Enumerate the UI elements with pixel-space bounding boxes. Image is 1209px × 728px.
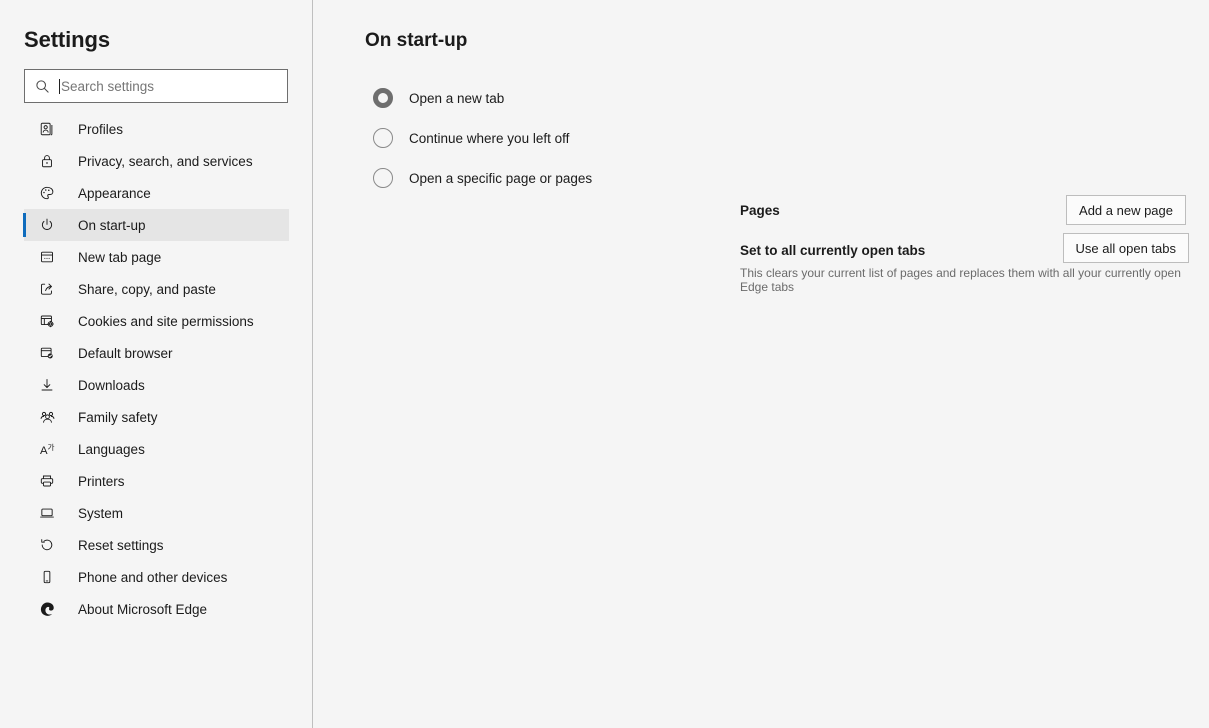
sidebar-item-label: System (78, 505, 124, 521)
sidebar-item-label: Languages (78, 441, 145, 457)
cookies-icon (36, 311, 58, 331)
add-a-new-page-button[interactable]: Add a new page (1066, 195, 1186, 225)
sidebar-item-downloads[interactable]: Downloads (24, 369, 289, 401)
sidebar-item-about-microsoft-edge[interactable]: About Microsoft Edge (24, 593, 289, 625)
sidebar-item-appearance[interactable]: Appearance (24, 177, 289, 209)
sidebar-item-privacy-search-services[interactable]: Privacy, search, and services (24, 145, 289, 177)
default-browser-icon (36, 343, 58, 363)
sidebar-item-label: Default browser (78, 345, 173, 361)
sidebar-item-printers[interactable]: Printers (24, 465, 289, 497)
radio-open-a-specific-page-or-pages[interactable]: Open a specific page or pages (373, 158, 973, 198)
set-to-open-tabs-title: Set to all currently open tabs (740, 243, 926, 258)
search-icon (25, 79, 59, 94)
sidebar-item-new-tab-page[interactable]: New tab page (24, 241, 289, 273)
phone-icon (36, 567, 58, 587)
new-tab-page-icon (36, 247, 58, 267)
sidebar-item-label: Profiles (78, 121, 124, 137)
text-cursor (59, 78, 60, 94)
download-icon (36, 375, 58, 395)
profiles-icon (36, 119, 58, 139)
sidebar-item-cookies-site-permissions[interactable]: Cookies and site permissions (24, 305, 289, 337)
sidebar-item-label: Family safety (78, 409, 158, 425)
use-all-open-tabs-button[interactable]: Use all open tabs (1062, 233, 1189, 263)
sidebar-item-label: Cookies and site permissions (78, 313, 254, 329)
sidebar-item-label: Printers (78, 473, 125, 489)
radio-button-unchecked[interactable] (373, 128, 393, 148)
startup-radio-group: Open a new tab Continue where you left o… (373, 78, 973, 198)
power-icon (36, 215, 58, 235)
settings-window: Settings Search settings Profiles Privac… (0, 0, 1209, 728)
settings-sidebar: Settings Search settings Profiles Privac… (0, 0, 313, 728)
radio-continue-where-you-left-off[interactable]: Continue where you left off (373, 118, 973, 158)
sidebar-item-family-safety[interactable]: Family safety (24, 401, 289, 433)
radio-button-unchecked[interactable] (373, 168, 393, 188)
sidebar-item-share-copy-paste[interactable]: Share, copy, and paste (24, 273, 289, 305)
sidebar-item-profiles[interactable]: Profiles (24, 113, 289, 145)
set-to-open-tabs-description: This clears your current list of pages a… (740, 266, 1181, 294)
sidebar-item-label: Downloads (78, 377, 145, 393)
system-icon (36, 503, 58, 523)
search-settings-box[interactable] (24, 69, 288, 103)
palette-icon (36, 183, 58, 203)
radio-button-checked[interactable] (373, 88, 393, 108)
reset-icon (36, 535, 58, 555)
radio-label: Continue where you left off (409, 130, 570, 146)
radio-label: Open a new tab (409, 90, 505, 106)
sidebar-item-label: Phone and other devices (78, 569, 228, 585)
sidebar-nav: Profiles Privacy, search, and services A… (0, 113, 313, 625)
radio-label: Open a specific page or pages (409, 170, 593, 186)
sidebar-item-label: About Microsoft Edge (78, 601, 208, 617)
sidebar-item-reset-settings[interactable]: Reset settings (24, 529, 289, 561)
search-input[interactable] (61, 70, 287, 102)
sidebar-item-label: On start-up (78, 217, 146, 233)
settings-content: On start-up Open a new tab Continue wher… (314, 0, 1209, 728)
radio-open-a-new-tab[interactable]: Open a new tab (373, 78, 973, 118)
sidebar-item-languages[interactable]: A 가 Languages (24, 433, 289, 465)
page-title-settings: Settings (24, 27, 110, 52)
family-icon (36, 407, 58, 427)
lock-icon (36, 151, 58, 171)
sidebar-item-phone-and-other-devices[interactable]: Phone and other devices (24, 561, 289, 593)
pages-section-label: Pages (740, 203, 780, 218)
sidebar-item-on-start-up[interactable]: On start-up (23, 209, 289, 241)
languages-icon: A 가 (36, 439, 58, 459)
sidebar-item-default-browser[interactable]: Default browser (24, 337, 289, 369)
sidebar-item-label: Share, copy, and paste (78, 281, 216, 297)
svg-text:가: 가 (47, 442, 54, 451)
content-heading: On start-up (365, 30, 468, 51)
printer-icon (36, 471, 58, 491)
sidebar-item-system[interactable]: System (24, 497, 289, 529)
sidebar-item-label: Privacy, search, and services (78, 153, 253, 169)
sidebar-item-label: Reset settings (78, 537, 164, 553)
sidebar-item-label: New tab page (78, 249, 162, 265)
share-icon (36, 279, 58, 299)
edge-logo-icon (36, 599, 58, 619)
sidebar-item-label: Appearance (78, 185, 151, 201)
